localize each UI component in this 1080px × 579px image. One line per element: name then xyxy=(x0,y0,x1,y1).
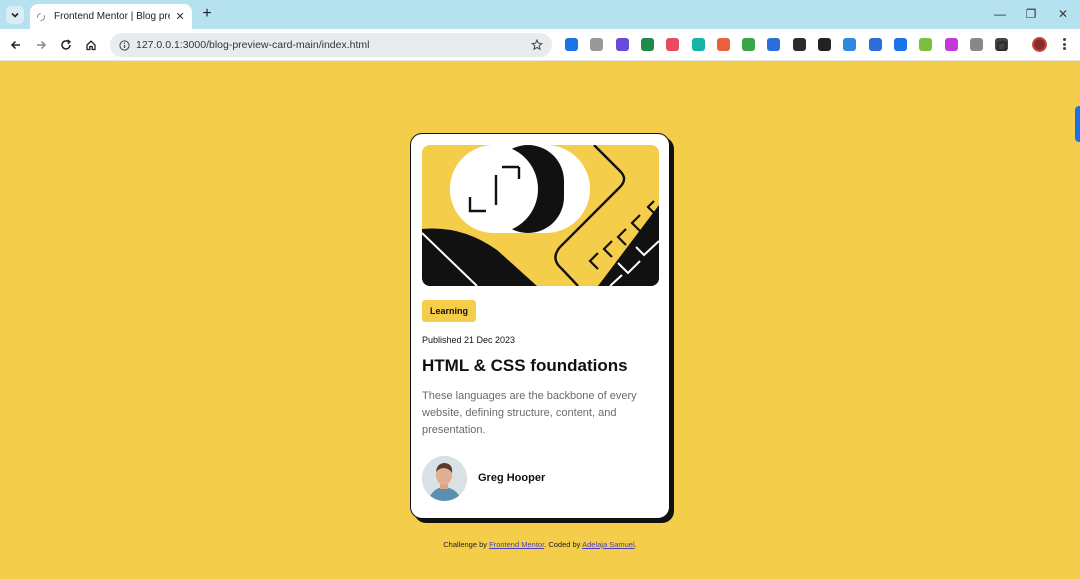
arrow-right-icon xyxy=(37,40,47,50)
extension-icon[interactable] xyxy=(818,38,831,51)
browser-tab-active[interactable]: Frontend Mentor | Blog preview card ✕ xyxy=(30,4,192,29)
extension-icon[interactable] xyxy=(893,38,907,51)
category-badge: Learning xyxy=(422,300,477,322)
extension-icon[interactable] xyxy=(969,38,983,51)
extension-icon[interactable] xyxy=(590,38,604,51)
attribution-suffix: . xyxy=(634,540,637,549)
tab-strip: Frontend Mentor | Blog preview card ✕ + … xyxy=(0,0,1080,29)
new-tab-button[interactable]: + xyxy=(198,6,216,24)
close-window-button[interactable]: ✕ xyxy=(1053,6,1073,22)
back-button[interactable] xyxy=(7,36,25,54)
extension-icon[interactable] xyxy=(615,38,629,51)
reload-button[interactable] xyxy=(57,36,75,54)
attribution-middle: . Coded by xyxy=(544,540,581,549)
address-bar[interactable]: 127.0.0.1:3000/blog-preview-card-main/in… xyxy=(110,33,552,57)
extension-icon[interactable] xyxy=(792,38,806,51)
card-illustration xyxy=(422,145,659,286)
browser-menu-button[interactable] xyxy=(1058,36,1070,52)
tab-title: Frontend Mentor | Blog preview card xyxy=(54,11,170,22)
extension-icon[interactable] xyxy=(691,38,705,51)
maximize-button[interactable]: ❐ xyxy=(1021,6,1041,22)
puzzle-icon xyxy=(996,40,1007,51)
extensions-menu-button[interactable] xyxy=(993,36,1011,54)
attribution: Challenge by Frontend Mentor. Coded by A… xyxy=(0,540,1080,549)
extension-icon[interactable] xyxy=(716,38,730,51)
loading-icon xyxy=(36,12,46,22)
extension-icon[interactable] xyxy=(742,38,756,51)
frontend-mentor-link[interactable]: Frontend Mentor xyxy=(489,540,544,549)
chevron-down-icon xyxy=(11,12,19,18)
url-text: 127.0.0.1:3000/blog-preview-card-main/in… xyxy=(136,39,370,51)
extension-icon[interactable] xyxy=(944,38,958,51)
attribution-prefix: Challenge by xyxy=(443,540,488,549)
extension-icon[interactable] xyxy=(868,38,882,51)
reload-icon xyxy=(61,39,72,50)
forward-button[interactable] xyxy=(32,36,50,54)
arrow-left-icon xyxy=(10,40,20,50)
author-link[interactable]: Adelaja Samuel xyxy=(582,540,635,549)
side-panel-handle[interactable] xyxy=(1075,106,1080,142)
tab-search-button[interactable] xyxy=(6,6,24,24)
extension-icon[interactable] xyxy=(565,38,578,51)
home-icon xyxy=(86,40,96,51)
profile-avatar[interactable] xyxy=(1032,37,1047,52)
published-date: Published 21 Dec 2023 xyxy=(422,335,516,345)
bookmark-star-icon[interactable] xyxy=(530,38,544,52)
author-avatar xyxy=(422,456,467,501)
tab-close-button[interactable]: ✕ xyxy=(174,10,186,23)
author-name: Greg Hooper xyxy=(478,472,546,484)
home-button[interactable] xyxy=(82,36,100,54)
site-info-icon[interactable] xyxy=(118,39,130,51)
extension-icon[interactable] xyxy=(919,38,933,51)
blog-preview-card: Learning Published 21 Dec 2023 HTML & CS… xyxy=(410,133,670,519)
extension-icon[interactable] xyxy=(767,38,781,51)
browser-toolbar: 127.0.0.1:3000/blog-preview-card-main/in… xyxy=(0,29,1080,61)
card-title[interactable]: HTML & CSS foundations xyxy=(422,356,628,376)
minimize-button[interactable]: — xyxy=(990,6,1010,22)
extension-icon[interactable] xyxy=(843,38,857,51)
extension-icon[interactable] xyxy=(666,38,680,51)
card-description: These languages are the backbone of ever… xyxy=(422,390,637,436)
extension-icon[interactable] xyxy=(640,38,654,51)
